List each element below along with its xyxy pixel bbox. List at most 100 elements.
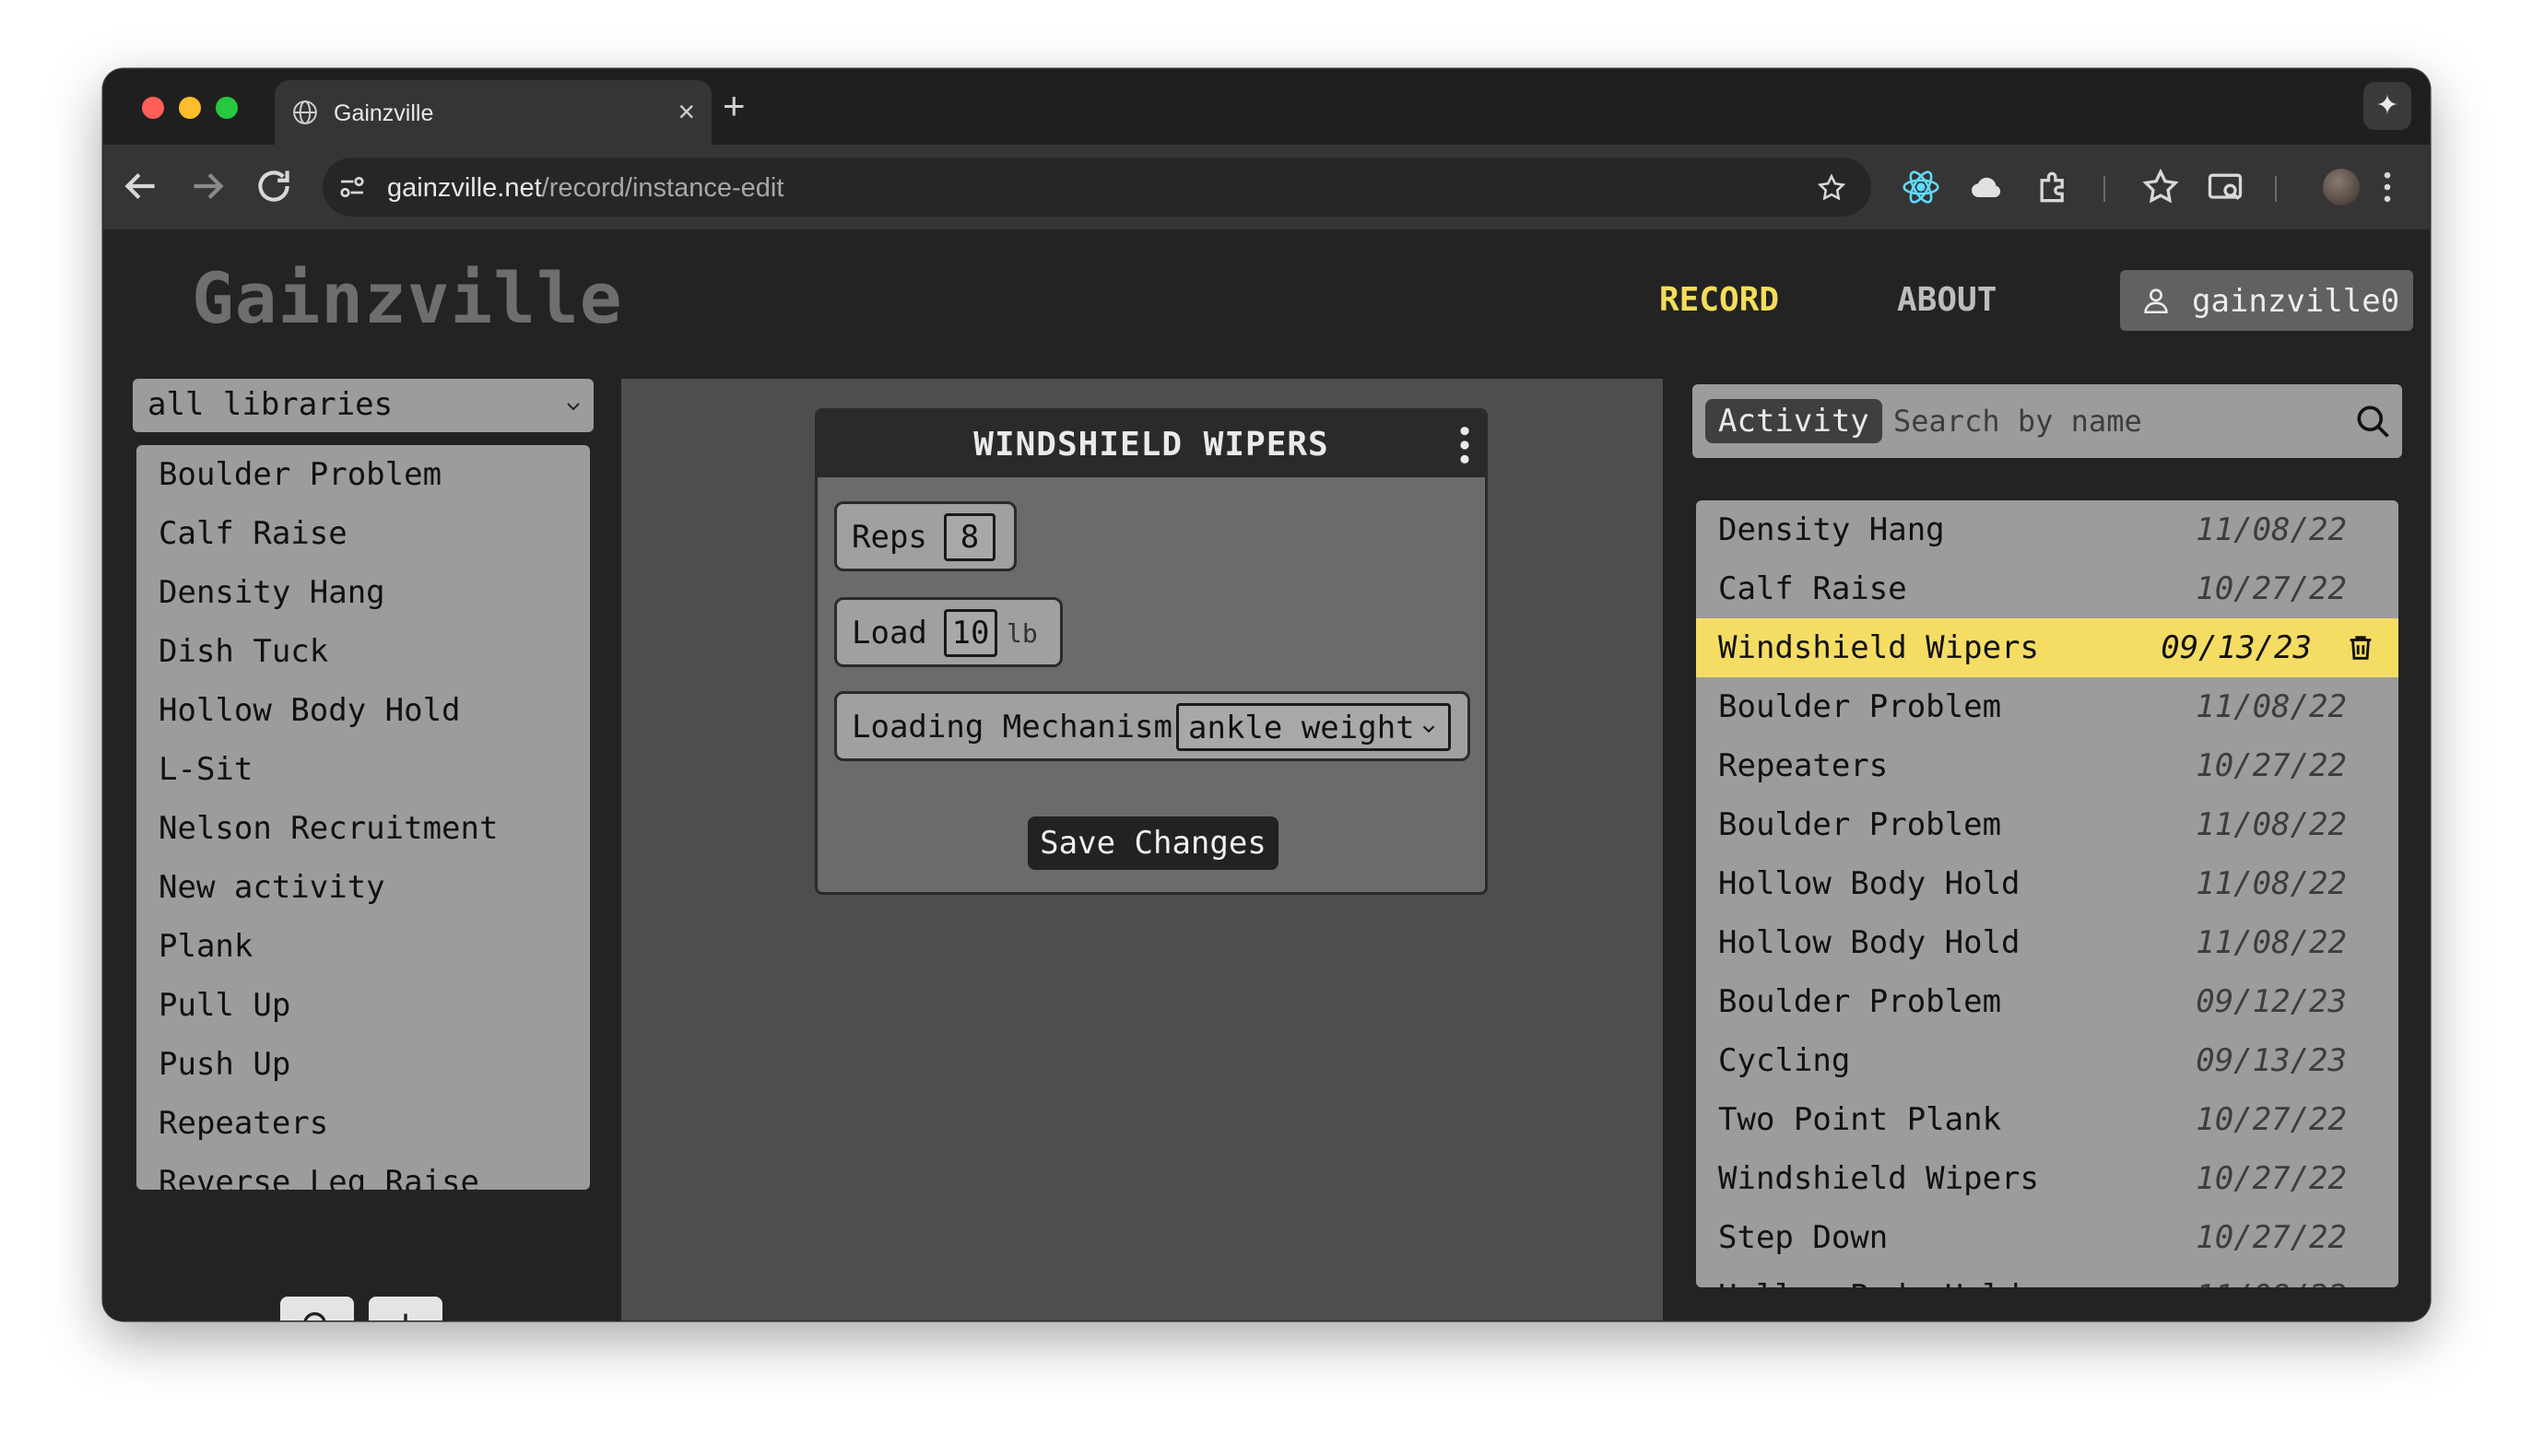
reps-label: Reps (852, 519, 927, 556)
trash-icon[interactable] (2345, 631, 2376, 664)
bookmark-star-icon[interactable] (1816, 172, 1847, 204)
cloud-extension-icon[interactable] (1967, 167, 2008, 207)
record-history-list[interactable]: Density Hang 11/08/22 Calf Raise 10/27/22 Wi… (1696, 500, 2398, 1287)
search-icon[interactable] (2352, 401, 2393, 441)
save-changes-button[interactable]: Save Changes (1028, 816, 1278, 870)
loading-mechanism-select[interactable]: ankle weight (1176, 703, 1451, 751)
bookmarks-icon[interactable] (2140, 167, 2181, 207)
load-field: Load 10 lb (834, 597, 1063, 667)
record-search-input[interactable] (1893, 397, 2336, 445)
library-activity-item[interactable]: Pull Up (136, 976, 590, 1035)
username: gainzville0 (2192, 283, 2400, 320)
record-name: Two Point Plank (1718, 1101, 2002, 1138)
record-name: Density Hang (1718, 511, 1945, 548)
record-row-selected[interactable]: Windshield Wipers 09/13/23 (1696, 618, 2398, 677)
library-activity-item[interactable]: L-Sit (136, 740, 590, 799)
close-window-button[interactable] (142, 97, 164, 119)
minimize-window-button[interactable] (179, 97, 201, 119)
library-activity-item[interactable]: Dish Tuck (136, 622, 590, 681)
record-row[interactable]: Cycling 09/13/23 (1696, 1031, 2398, 1090)
record-row[interactable]: Boulder Problem 11/08/22 (1696, 795, 2398, 854)
record-date: 11/08/22 (2196, 924, 2347, 961)
maximize-window-button[interactable] (216, 97, 238, 119)
record-row[interactable]: Calf Raise 10/27/22 (1696, 559, 2398, 618)
reload-icon[interactable] (251, 163, 297, 209)
activity-library-list[interactable]: Boulder Problem Calf Raise Density Hang Dis… (136, 445, 590, 1190)
record-row[interactable]: Hollow Body Hold 11/08/22 (1696, 913, 2398, 972)
library-activity-item[interactable]: Boulder Problem (136, 445, 590, 504)
record-date: 10/27/22 (2196, 1160, 2347, 1197)
more-vertical-icon[interactable] (1457, 424, 1472, 466)
close-tab-icon[interactable]: × (677, 93, 695, 130)
filter-chip-activity[interactable]: Activity (1705, 399, 1882, 443)
library-activity-item[interactable]: Repeaters (136, 1094, 590, 1153)
toolbar-divider (2275, 176, 2277, 202)
record-row[interactable]: Step Down 10/27/22 (1696, 1208, 2398, 1267)
record-date: 09/13/23 (2196, 1042, 2347, 1079)
more-vertical-icon[interactable] (2367, 167, 2408, 207)
library-select-value: all libraries (147, 386, 394, 423)
chevron-down-icon (567, 403, 580, 411)
record-name: Hollow Body Hold (1718, 1278, 2021, 1287)
card-title: WINDSHIELD WIPERS (973, 426, 1329, 464)
record-name: Calf Raise (1718, 570, 1907, 607)
record-name: Repeaters (1718, 747, 1889, 784)
record-row[interactable]: Hollow Body Hold 11/08/22 (1696, 1267, 2398, 1287)
record-date: 11/08/22 (2196, 511, 2347, 548)
record-date: 10/27/22 (2196, 1101, 2347, 1138)
library-activity-item[interactable]: Reverse Leg Raise (136, 1153, 590, 1190)
record-name: Hollow Body Hold (1718, 924, 2021, 961)
search-icon (303, 1312, 326, 1321)
record-row[interactable]: Windshield Wipers 10/27/22 (1696, 1149, 2398, 1208)
reps-input[interactable]: 8 (944, 513, 996, 561)
load-input[interactable]: 10 (944, 609, 997, 657)
nav-about[interactable]: ABOUT (1897, 281, 1997, 319)
tab-gainzville[interactable]: Gainzville × (275, 80, 712, 145)
library-activity-item[interactable]: Nelson Recruitment (136, 799, 590, 858)
url-path: /record/instance-edit (541, 173, 784, 203)
library-activity-item[interactable]: Plank (136, 917, 590, 976)
library-select[interactable]: all libraries (133, 379, 594, 432)
site-logo[interactable]: Gainzville (192, 257, 623, 339)
record-name: Hollow Body Hold (1718, 865, 2021, 902)
reps-field: Reps 8 (834, 501, 1017, 571)
record-date: 10/27/22 (2196, 570, 2347, 607)
library-activity-item[interactable]: Calf Raise (136, 504, 590, 563)
plus-icon (404, 1313, 407, 1321)
load-unit: lb (1007, 618, 1038, 649)
record-name: Boulder Problem (1718, 688, 2002, 725)
chevron-down-icon (1422, 725, 1435, 734)
record-name: Step Down (1718, 1219, 1889, 1256)
profile-avatar[interactable] (2323, 169, 2360, 205)
record-row[interactable]: Boulder Problem 09/12/23 (1696, 972, 2398, 1031)
search-activities-button[interactable] (280, 1297, 354, 1321)
back-arrow-icon[interactable] (118, 163, 164, 209)
record-row[interactable]: Hollow Body Hold 11/08/22 (1696, 854, 2398, 913)
record-row[interactable]: Two Point Plank 10/27/22 (1696, 1090, 2398, 1149)
browser-toolbar: gainzville.net/record/instance-edit (103, 145, 2430, 229)
editor-panel: WINDSHIELD WIPERS Reps 8 Load 10 lb Load… (621, 379, 1663, 1321)
record-row[interactable]: Density Hang 11/08/22 (1696, 500, 2398, 559)
library-activity-item[interactable]: New activity (136, 858, 590, 917)
library-activity-item[interactable]: Density Hang (136, 563, 590, 622)
add-activity-button[interactable] (369, 1297, 442, 1321)
forward-arrow-icon[interactable] (184, 163, 230, 209)
site-settings-icon[interactable] (336, 170, 369, 204)
record-name: Cycling (1718, 1042, 1851, 1079)
record-row[interactable]: Boulder Problem 11/08/22 (1696, 677, 2398, 736)
record-row[interactable]: Repeaters 10/27/22 (1696, 736, 2398, 795)
new-tab-button[interactable]: + (723, 86, 746, 126)
react-devtools-icon[interactable] (1901, 167, 1941, 207)
record-name: Boulder Problem (1718, 983, 2002, 1020)
extensions-puzzle-icon[interactable] (2033, 167, 2074, 207)
sparkle-icon[interactable]: ✦ (2363, 82, 2411, 130)
address-bar[interactable]: gainzville.net/record/instance-edit (323, 158, 1871, 217)
nav-record[interactable]: RECORD (1659, 281, 1779, 319)
user-account-button[interactable]: gainzville0 (2120, 270, 2413, 331)
library-activity-item[interactable]: Push Up (136, 1035, 590, 1094)
tab-title: Gainzville (334, 100, 434, 126)
library-activity-item[interactable]: Hollow Body Hold (136, 681, 590, 740)
record-date: 10/27/22 (2196, 747, 2347, 784)
record-date: 10/27/22 (2196, 1219, 2347, 1256)
tab-search-icon[interactable] (2205, 167, 2245, 207)
